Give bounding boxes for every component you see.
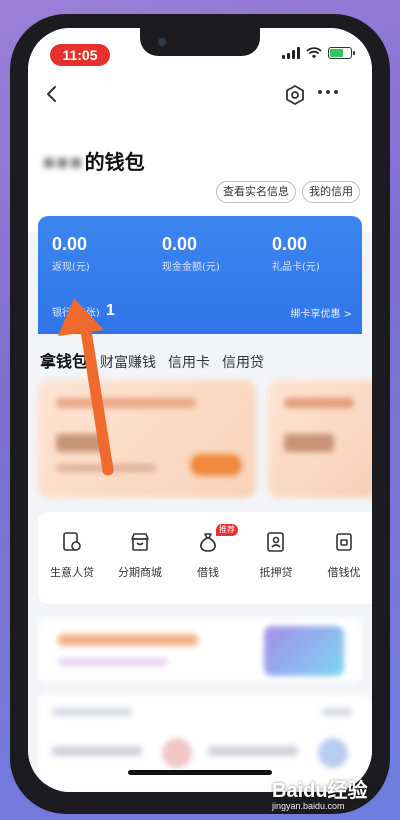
promo-banner[interactable] xyxy=(38,618,362,682)
stat-label: 返现(元) xyxy=(52,262,90,273)
stat-label: 礼品卡(元) xyxy=(272,262,320,273)
service-label: 借钱 xyxy=(197,566,219,579)
wallet-title-row: ▪▪▪ 的钱包 xyxy=(42,146,145,175)
stat-gift-card[interactable]: 0.00 礼品卡(元) xyxy=(272,234,320,273)
stat-value: 0.00 xyxy=(52,234,88,254)
settings-icon[interactable] xyxy=(284,84,306,106)
app-screen: 11:05 ▪▪▪ 的钱包 查看实名信息 我的信用 0.00 返现(元) 0.0… xyxy=(28,28,372,792)
bank-card-entry[interactable]: 银行卡(张) 1 xyxy=(52,302,115,320)
bank-card-count: 1 xyxy=(105,302,115,319)
camera-notch xyxy=(140,28,260,56)
service-label: 分期商城 xyxy=(118,566,162,579)
baidu-jingyan-watermark: Baidu经验 jingyan.baidu.com xyxy=(272,774,368,811)
watermark-url: jingyan.baidu.com xyxy=(272,801,345,811)
service-grid: 生意人贷 分期商城 推荐 借钱 抵押贷 借钱优 xyxy=(38,512,372,604)
tab-credit-card[interactable]: 信用卡 xyxy=(168,352,210,372)
id-card-icon xyxy=(267,532,284,552)
stat-value: 0.00 xyxy=(272,234,308,254)
asset-summary-card: 0.00 返现(元) 0.00 现金金额(元) 0.00 礼品卡(元) 银行卡(… xyxy=(38,216,362,334)
service-installment-mall[interactable]: 分期商城 xyxy=(110,530,170,580)
stat-value: 0.00 xyxy=(162,234,198,254)
service-business-loan[interactable]: 生意人贷 xyxy=(42,530,102,580)
service-borrow[interactable]: 推荐 借钱 xyxy=(178,524,238,580)
shop-icon xyxy=(131,533,149,551)
status-time[interactable]: 11:05 xyxy=(50,44,110,66)
promo-card[interactable] xyxy=(38,380,256,498)
watermark-brand: Baidu经验 xyxy=(272,780,368,802)
service-borrow-plus[interactable]: 借钱优 xyxy=(314,530,372,580)
wifi-icon xyxy=(306,47,322,59)
battery-charging-icon xyxy=(328,47,355,59)
tab-credit-loan[interactable]: 信用贷 xyxy=(222,352,264,372)
home-indicator[interactable] xyxy=(128,770,272,775)
stat-cashback[interactable]: 0.00 返现(元) xyxy=(52,234,90,273)
wallet-title: 的钱包 xyxy=(84,150,145,174)
more-icon[interactable] xyxy=(318,90,338,94)
product-tabs: 拿钱包 财富赚钱 信用卡 信用贷 xyxy=(40,348,264,372)
blurred-user-name: ▪▪▪ xyxy=(42,148,83,173)
wallet-content: 拿钱包 财富赚钱 信用卡 信用贷 生意人贷 分期商城 推荐 借钱 抵押贷 借钱优 xyxy=(28,334,372,792)
service-mortgage-loan[interactable]: 抵押贷 xyxy=(246,530,306,580)
tab-wallet[interactable]: 拿钱包 xyxy=(40,348,88,372)
service-label: 生意人贷 xyxy=(50,566,94,579)
tab-wealth[interactable]: 财富赚钱 xyxy=(100,352,156,372)
realname-info-button[interactable]: 查看实名信息 xyxy=(216,181,296,203)
status-icons xyxy=(282,47,355,59)
my-credit-button[interactable]: 我的信用 xyxy=(302,181,360,203)
stat-label: 现金金额(元) xyxy=(162,262,220,273)
recommend-badge: 推荐 xyxy=(216,524,238,536)
bank-card-label: 银行卡(张) xyxy=(52,307,100,319)
stat-cash[interactable]: 0.00 现金金额(元) xyxy=(162,234,220,273)
promo-card[interactable] xyxy=(268,380,372,498)
signal-icon xyxy=(282,47,300,59)
back-icon[interactable] xyxy=(42,84,62,104)
service-label: 抵押贷 xyxy=(259,566,293,579)
bind-card-offer-link[interactable]: 绑卡享优惠 > xyxy=(290,305,352,320)
service-label: 借钱优 xyxy=(327,566,361,579)
wallet-icon xyxy=(336,533,352,551)
wallet-header: ▪▪▪ 的钱包 查看实名信息 我的信用 xyxy=(28,72,372,232)
doc-icon xyxy=(63,532,81,551)
